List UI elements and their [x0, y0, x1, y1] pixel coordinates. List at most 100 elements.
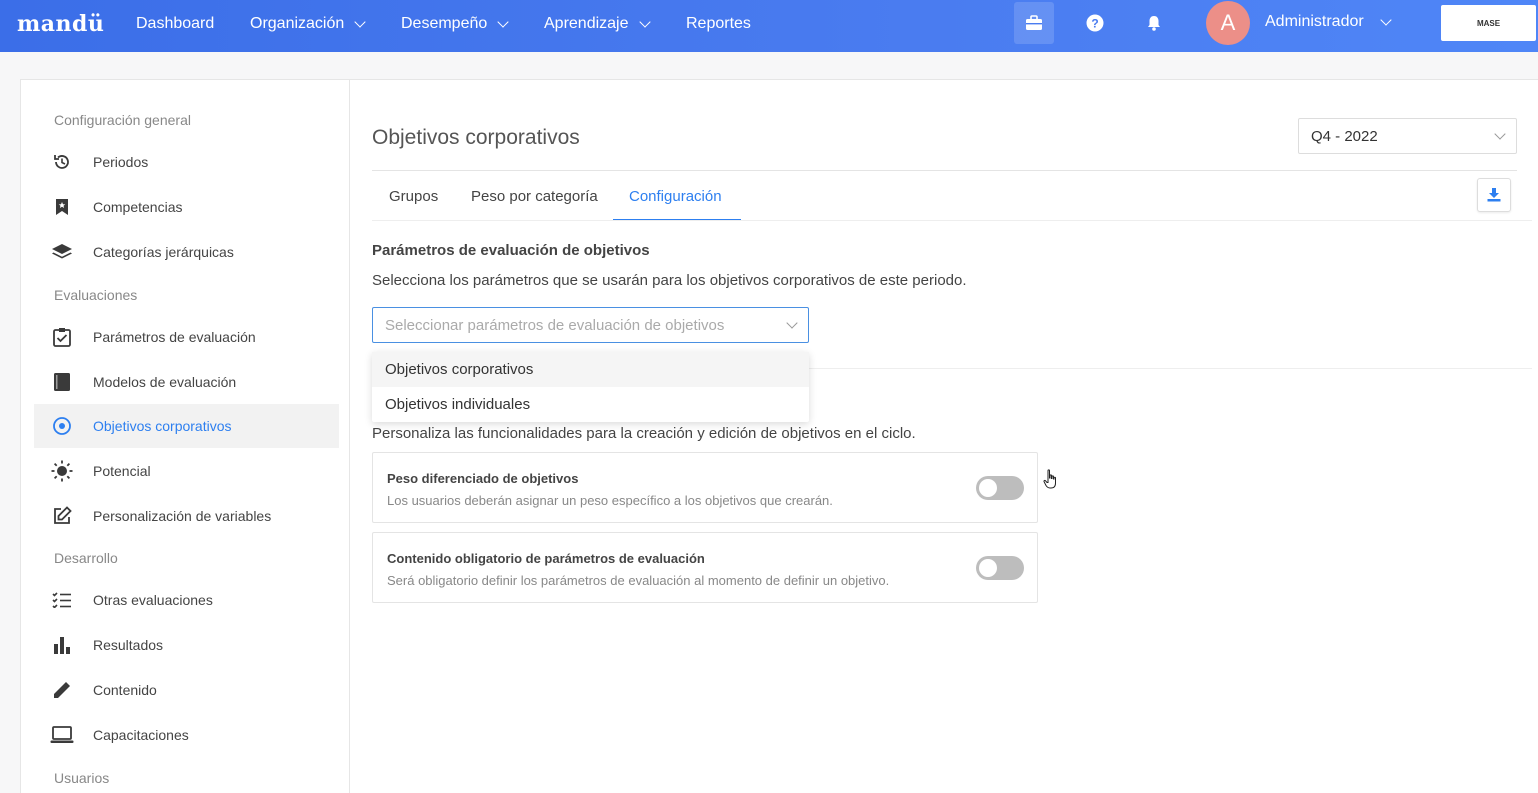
nav-aprendizaje[interactable]: Aprendizaje [544, 15, 651, 33]
sidebar-item-capacitaciones[interactable]: Capacitaciones [34, 713, 339, 757]
option-card: Contenido obligatorio de parámetros de e… [372, 532, 1038, 603]
sidebar-section-title: Usuarios [54, 770, 110, 786]
user-menu[interactable]: Administrador [1265, 13, 1392, 31]
user-name: Administrador [1265, 13, 1364, 30]
download-icon [1487, 188, 1501, 202]
mandu-logo[interactable]: mandü [17, 11, 104, 37]
period-select-value: Q4 - 2022 [1311, 127, 1378, 145]
history-icon [50, 150, 74, 174]
sidebar-item-label: Personalización de variables [93, 508, 272, 524]
help-button[interactable]: ? [1075, 2, 1115, 44]
sidebar-item-label: Potencial [93, 463, 151, 479]
bookmark-icon [50, 195, 74, 219]
params-select[interactable]: Seleccionar parámetros de evaluación de … [372, 307, 809, 343]
chevron-down-icon [1380, 14, 1392, 26]
sidebar-item-label: Objetivos corporativos [93, 418, 232, 434]
chevron-down-icon [1494, 127, 1506, 140]
period-select[interactable]: Q4 - 2022 [1298, 118, 1517, 154]
sidebar-item-periodos[interactable]: Periodos [34, 140, 339, 184]
sidebar-item-parametros[interactable]: Parámetros de evaluación [34, 315, 339, 359]
page-title: Objetivos corporativos [372, 126, 580, 149]
toggle-knob [979, 559, 997, 577]
checklist-icon [50, 588, 74, 612]
download-button[interactable] [1477, 178, 1511, 212]
mandatory-content-toggle[interactable] [976, 556, 1024, 580]
dropdown-option-objetivos-individuales[interactable]: Objetivos individuales [372, 387, 809, 422]
sidebar-item-personalizacion[interactable]: Personalización de variables [34, 494, 339, 538]
nav-reportes-label: Reportes [686, 15, 751, 32]
sidebar-item-potencial[interactable]: Potencial [34, 449, 339, 493]
dropdown-option-objetivos-corporativos[interactable]: Objetivos corporativos [372, 352, 809, 387]
chevron-down-icon [497, 16, 509, 28]
nav-organizacion[interactable]: Organización [250, 15, 366, 33]
sidebar-item-label: Otras evaluaciones [93, 592, 213, 608]
tab-grupos[interactable]: Grupos [389, 188, 438, 205]
sidebar-item-categorias[interactable]: Categorías jerárquicas [34, 230, 339, 274]
sidebar-section-title: Configuración general [54, 112, 191, 128]
sidebar-item-label: Modelos de evaluación [93, 374, 237, 390]
sidebar-item-label: Periodos [93, 154, 149, 170]
params-dropdown-menu: Objetivos corporativos Objetivos individ… [372, 352, 809, 422]
sidebar-item-resultados[interactable]: Resultados [34, 623, 339, 667]
target-icon [50, 414, 74, 438]
weight-toggle[interactable] [976, 476, 1024, 500]
sidebar-item-label: Competencias [93, 199, 183, 215]
briefcase-button[interactable] [1014, 2, 1054, 44]
nav-reportes[interactable]: Reportes [686, 15, 751, 33]
sidebar-item-otras-evaluaciones[interactable]: Otras evaluaciones [34, 578, 339, 622]
nav-desempeno[interactable]: Desempeño [401, 15, 509, 33]
title-divider [372, 170, 1517, 171]
option-card: Peso diferenciado de objetivos Los usuar… [372, 452, 1038, 523]
briefcase-icon [1026, 15, 1042, 30]
nav-dashboard[interactable]: Dashboard [136, 15, 214, 33]
nav-aprendizaje-label: Aprendizaje [544, 15, 629, 32]
hand-cursor-icon [1043, 469, 1056, 489]
sidebar-item-contenido[interactable]: Contenido [34, 668, 339, 712]
nav-desempeno-label: Desempeño [401, 15, 488, 32]
tab-peso-por-categoria[interactable]: Peso por categoría [471, 188, 598, 205]
company-logo: MASE [1441, 5, 1536, 41]
sidebar-item-label: Contenido [93, 682, 157, 698]
chevron-down-icon [354, 16, 366, 28]
customize-description: Personaliza las funcionalidades para la … [372, 425, 916, 442]
notifications-button[interactable] [1134, 2, 1174, 44]
main-content: Objetivos corporativos Q4 - 2022 Grupos … [372, 80, 1532, 793]
sidebar-item-label: Capacitaciones [93, 727, 189, 743]
book-icon [50, 370, 74, 394]
sidebar-item-label: Resultados [93, 637, 164, 653]
sidebar-section-title: Desarrollo [54, 550, 118, 566]
bell-icon [1148, 16, 1160, 31]
sidebar-item-competencias[interactable]: Competencias [34, 185, 339, 229]
edit-icon [50, 504, 74, 528]
toggle-knob [979, 479, 997, 497]
option-description: Será obligatorio definir los parámetros … [387, 573, 890, 588]
checkbox-icon [50, 325, 74, 349]
pencil-icon [50, 678, 74, 702]
top-navbar: mandü Dashboard Organización Desempeño A… [0, 0, 1538, 52]
chevron-down-icon [786, 316, 798, 329]
nav-organizacion-label: Organización [250, 15, 345, 32]
page-card: Configuración general Periodos Competenc… [20, 79, 1538, 793]
chevron-down-icon [638, 16, 651, 28]
svg-text:?: ? [1091, 17, 1098, 31]
sidebar-item-modelos[interactable]: Modelos de evaluación [34, 360, 339, 404]
laptop-icon [50, 723, 74, 747]
tab-configuracion[interactable]: Configuración [629, 188, 722, 205]
sidebar: Configuración general Periodos Competenc… [21, 80, 350, 793]
sidebar-item-label: Parámetros de evaluación [93, 329, 256, 345]
sun-icon [50, 459, 74, 483]
params-heading: Parámetros de evaluación de objetivos [372, 242, 650, 259]
bar-chart-icon [50, 633, 74, 657]
sidebar-item-objetivos-corporativos[interactable]: Objetivos corporativos [34, 404, 339, 448]
nav-dashboard-label: Dashboard [136, 15, 215, 32]
sidebar-section-title: Evaluaciones [54, 287, 138, 303]
params-select-placeholder: Seleccionar parámetros de evaluación de … [385, 316, 725, 334]
params-description: Selecciona los parámetros que se usarán … [372, 272, 967, 289]
tabs-divider [372, 220, 1532, 221]
option-title: Peso diferenciado de objetivos [387, 471, 579, 486]
option-description: Los usuarios deberán asignar un peso esp… [387, 493, 833, 508]
sidebar-item-label: Categorías jerárquicas [93, 244, 234, 260]
layers-icon [50, 240, 74, 264]
help-icon: ? [1086, 14, 1104, 32]
avatar[interactable]: A [1206, 1, 1250, 45]
